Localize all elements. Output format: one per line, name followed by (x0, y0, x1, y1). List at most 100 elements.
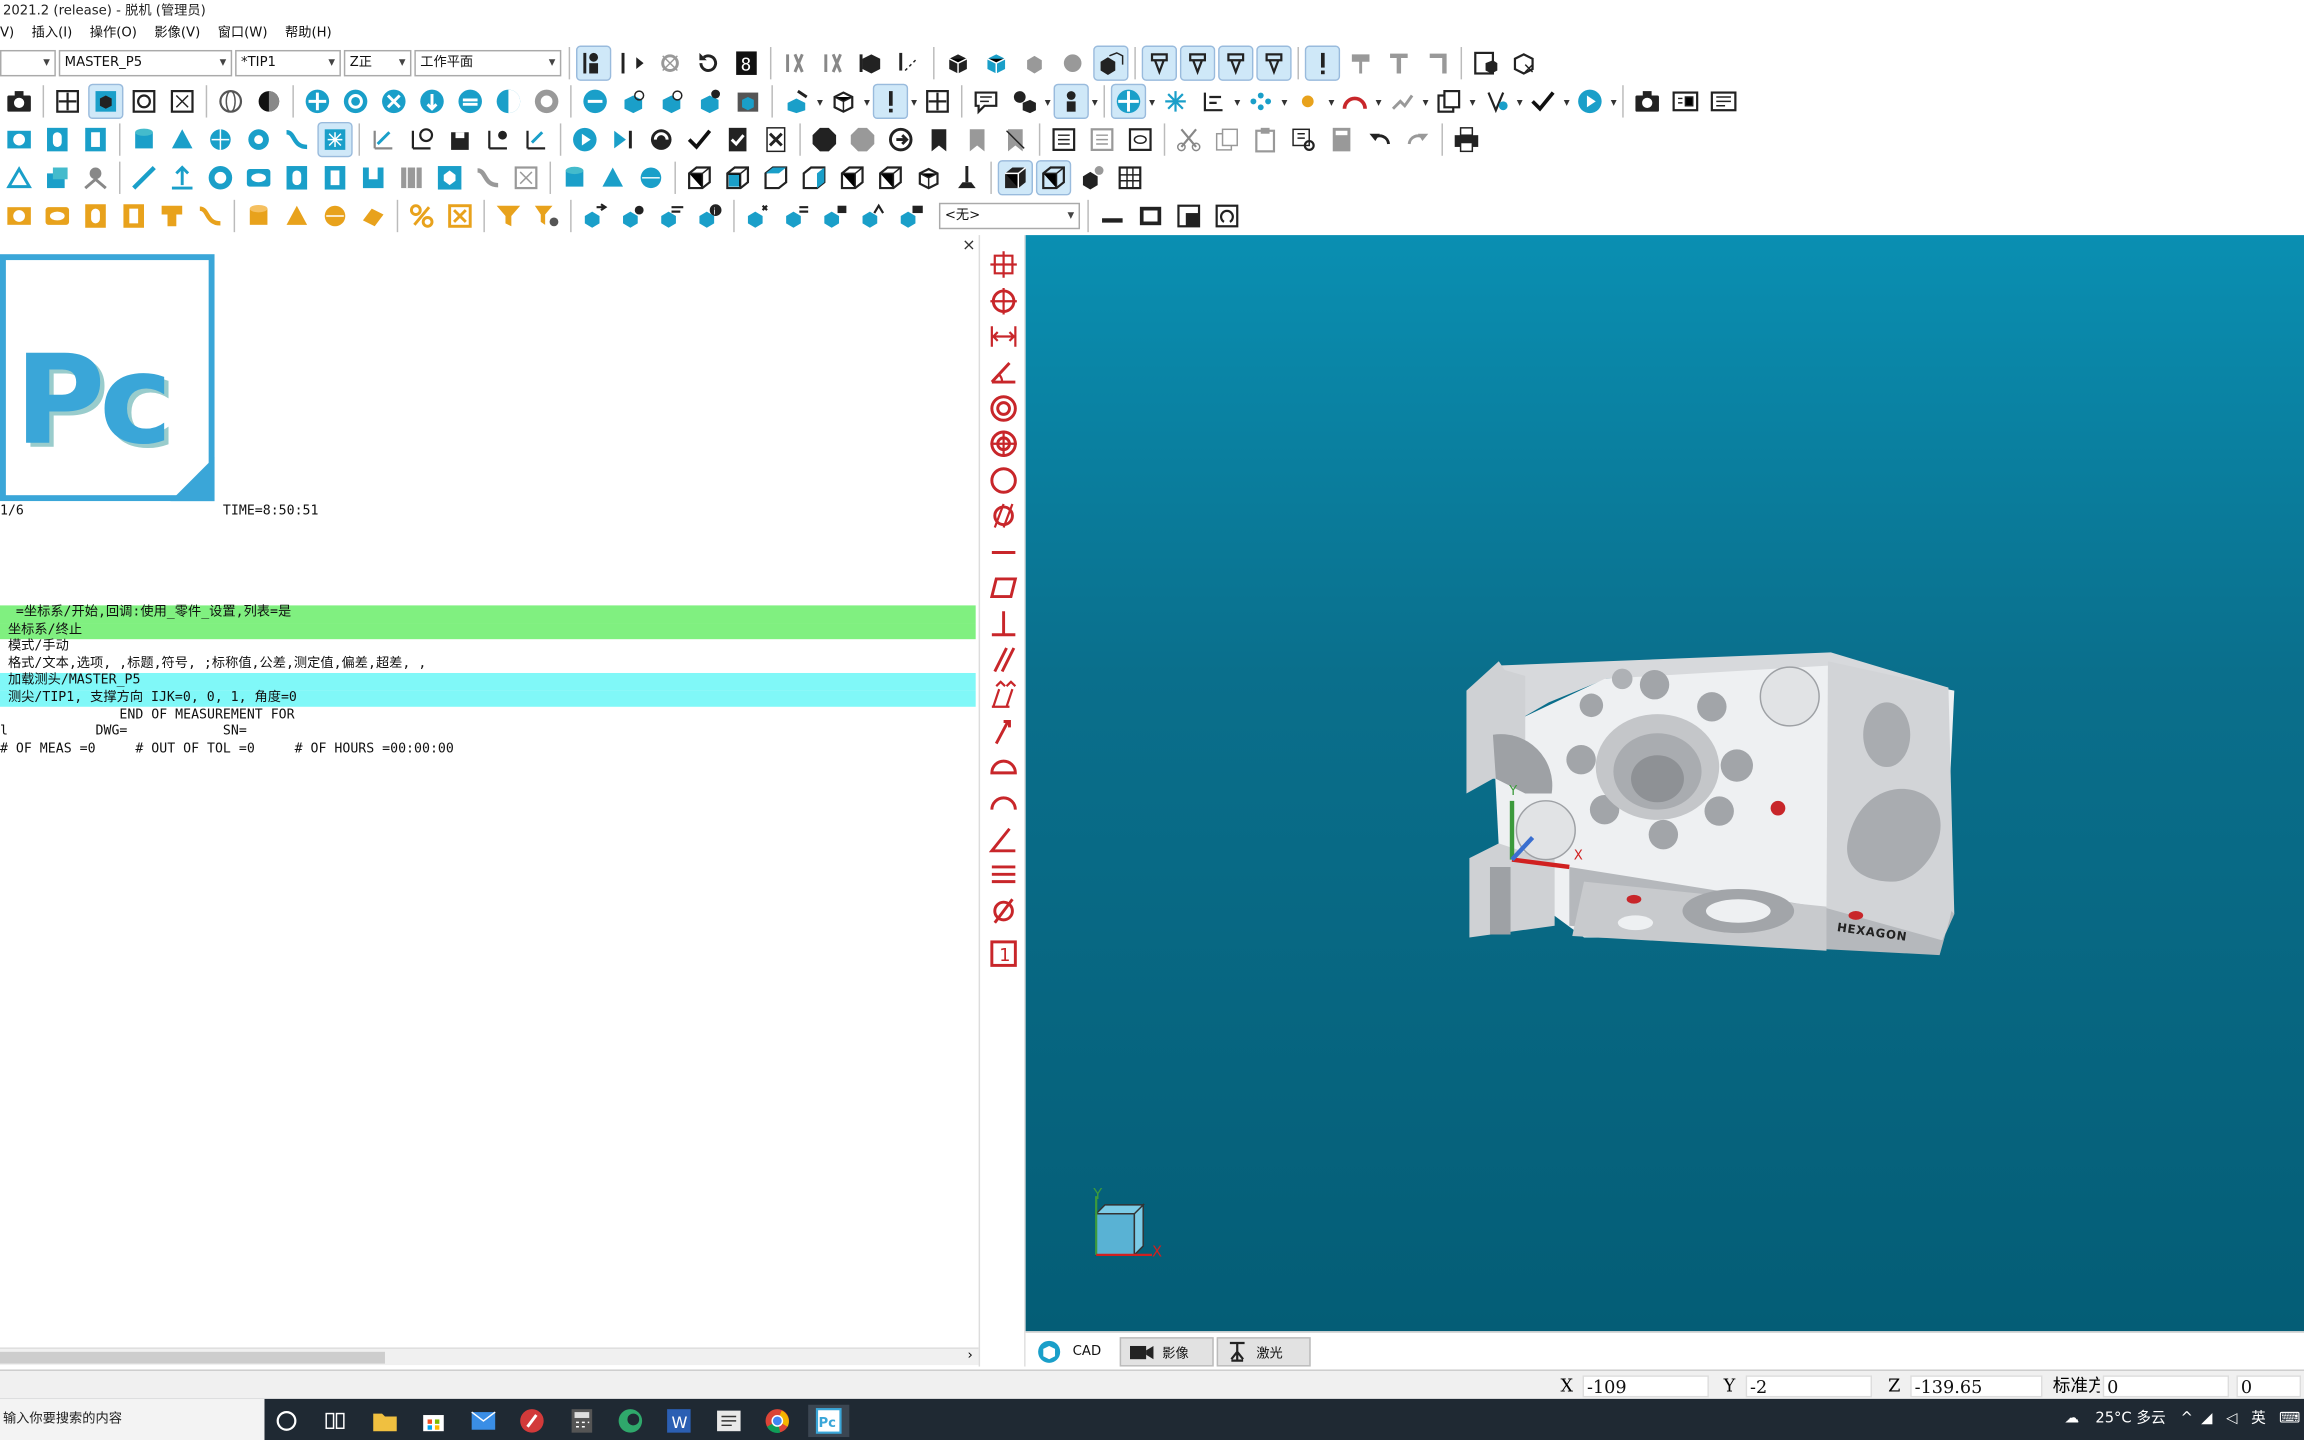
menu-window[interactable]: 窗口(W) (218, 24, 268, 45)
gray-path-icon[interactable] (1386, 85, 1418, 117)
code-line[interactable]: # OF MEAS =0 # OUT OF TOL =0 # OF HOURS … (0, 742, 976, 759)
input-language[interactable]: 英 (2251, 1399, 2266, 1440)
symmetry-icon[interactable] (987, 858, 1019, 890)
orange-curve-icon[interactable] (194, 200, 226, 232)
code-line[interactable]: 加载测头/MASTER_P5 (0, 672, 976, 690)
wire-view-icon[interactable] (1035, 160, 1072, 196)
tolerance-icon[interactable] (779, 47, 811, 79)
angle-dim-icon[interactable] (987, 356, 1019, 388)
probe-scatter-icon[interactable] (742, 200, 774, 232)
teal-curve-icon[interactable] (281, 123, 313, 155)
first-dropdown[interactable] (0, 49, 56, 77)
code-line[interactable]: l DWG= SN= (0, 724, 976, 741)
orange-sphere-icon[interactable] (319, 200, 351, 232)
teal-square-slot-icon[interactable] (79, 123, 111, 155)
probe-head-icon-1[interactable] (1141, 45, 1177, 81)
line-profile-icon[interactable] (987, 788, 1019, 820)
filter-icon[interactable] (492, 200, 524, 232)
orange-circle-feature-icon[interactable] (3, 200, 35, 232)
stop-gray-icon[interactable] (846, 123, 878, 155)
orange-ellipse-icon[interactable] (41, 200, 73, 232)
solid-view-icon[interactable] (997, 160, 1033, 196)
scrollbar-thumb[interactable] (0, 1351, 385, 1364)
teal-half-icon[interactable] (492, 85, 524, 117)
link-box-icon[interactable] (1124, 123, 1156, 155)
orange-cone-icon[interactable] (281, 200, 313, 232)
list-gray-icon[interactable] (1086, 123, 1118, 155)
stop-octagon-icon[interactable] (808, 123, 840, 155)
true-position-icon[interactable] (987, 428, 1019, 460)
task-view-icon[interactable] (319, 1405, 351, 1437)
view-cube-6-icon[interactable] (874, 162, 906, 194)
code-line[interactable]: =坐标系/开始,回调:使用_零件_设置,列表=是 (0, 605, 976, 623)
render-icon[interactable] (1076, 162, 1108, 194)
teal-circle-icon[interactable] (204, 162, 236, 194)
execute-icon[interactable] (569, 123, 601, 155)
probe-stand-icon[interactable] (951, 162, 983, 194)
menu-help[interactable]: 帮助(H) (285, 24, 332, 45)
probe-head-icon-3[interactable] (1218, 45, 1254, 81)
probe-stack-icon[interactable] (655, 200, 687, 232)
teal-move-icon[interactable] (301, 85, 333, 117)
teal-plane-feature-icon[interactable] (41, 162, 73, 194)
graphics-display-window[interactable]: HEXAGON Y X X Y (1025, 235, 2304, 1332)
print-icon[interactable] (1450, 123, 1482, 155)
probe-head-icon-2[interactable] (1179, 45, 1216, 81)
teal-auto-icon[interactable] (317, 121, 353, 158)
code-line[interactable]: 坐标系/终止 (0, 622, 976, 640)
save-view-icon[interactable] (1173, 200, 1205, 232)
sphere-gray-icon[interactable] (1056, 47, 1088, 79)
teal-rotate-icon[interactable] (339, 85, 371, 117)
orange-percent-icon[interactable] (406, 200, 438, 232)
tab-cad[interactable]: CAD (1029, 1337, 1117, 1366)
cube-x-icon[interactable] (1508, 47, 1540, 79)
teal-slot-icon[interactable] (41, 123, 73, 155)
hierarchy-icon[interactable] (1198, 85, 1230, 117)
tip-dropdown[interactable]: *TIP1 (235, 49, 341, 77)
orange-slot-icon[interactable] (79, 200, 111, 232)
solid-probe-icon[interactable] (855, 47, 887, 79)
part-model[interactable] (1026, 235, 2304, 1331)
distance-dim-icon[interactable] (987, 320, 1019, 352)
location-dim-icon[interactable] (987, 248, 1019, 280)
code-line[interactable]: 1/6 TIME=8:50:51 (0, 504, 976, 521)
teal-angle-icon[interactable] (3, 162, 35, 194)
teal-notch-icon[interactable] (357, 162, 389, 194)
teal-cylinder-icon[interactable] (128, 123, 160, 155)
wire-cube-icon[interactable] (827, 85, 859, 117)
checkmark-icon[interactable] (1527, 85, 1559, 117)
workplane-dropdown[interactable]: 工作平面 (414, 49, 562, 77)
move-cross-icon[interactable] (921, 85, 953, 117)
scatter-icon[interactable] (1159, 85, 1191, 117)
calculator-app-icon[interactable] (566, 1405, 598, 1437)
keyin-dim-icon[interactable]: 1 (987, 937, 1019, 969)
paste-icon[interactable] (1249, 123, 1281, 155)
stylus-gray-icon-2[interactable] (1383, 47, 1415, 79)
copy-icon[interactable] (1211, 123, 1243, 155)
code-line[interactable]: 模式/手动 (0, 639, 976, 656)
tab-laser[interactable]: 激光 (1216, 1337, 1311, 1367)
edge-browser-icon[interactable] (614, 1405, 646, 1437)
volume-icon[interactable]: ◁ (2226, 1399, 2237, 1440)
probe-mode-icon[interactable] (576, 45, 612, 81)
list-box-icon[interactable] (1048, 123, 1080, 155)
teal-slot-feature-icon[interactable] (281, 162, 313, 194)
orange-auto-icon[interactable] (444, 200, 476, 232)
solid-cube-icon[interactable] (942, 47, 974, 79)
gray-block-icon[interactable] (395, 162, 427, 194)
gray-auto-icon[interactable] (510, 162, 542, 194)
view-cube-2-icon[interactable] (721, 162, 753, 194)
point-dash-icon[interactable] (893, 47, 925, 79)
layers-icon[interactable] (980, 47, 1012, 79)
file-explorer-icon[interactable] (369, 1405, 401, 1437)
teal-perp-icon[interactable] (166, 162, 198, 194)
orange-dot-icon[interactable] (1292, 85, 1324, 117)
orange-cylinder-icon[interactable] (242, 200, 274, 232)
network-icon[interactable]: ◢ (2201, 1399, 2212, 1440)
teal-cone-feature-icon[interactable] (597, 162, 629, 194)
alignment-dropdown[interactable]: MASTER_P5 (58, 49, 233, 77)
zoom-fit-icon[interactable] (51, 85, 83, 117)
teal-cone-icon[interactable] (166, 123, 198, 155)
calculator-icon[interactable] (1325, 123, 1357, 155)
teal-plane-icon[interactable] (454, 85, 486, 117)
